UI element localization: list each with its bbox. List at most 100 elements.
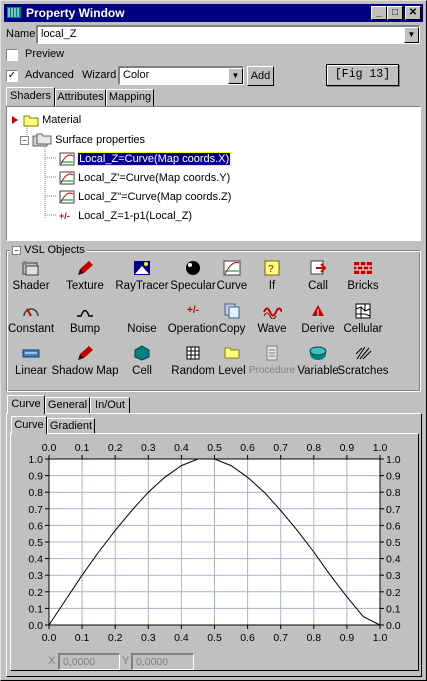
name-combo[interactable]: local_Z ▼ (36, 25, 420, 44)
x-tick-label-top: 0.0 (42, 442, 57, 454)
y-coord-field: 0,0000 (131, 653, 194, 670)
constant-gauge-icon (23, 308, 39, 317)
y-tick-label-right: 0.5 (386, 537, 401, 549)
noise-icon (132, 303, 152, 319)
y-tick-label-right: 0.9 (386, 471, 401, 483)
y-tick-label-left: 0.3 (28, 570, 43, 582)
x-tick-label-top: 1.0 (373, 442, 388, 454)
collapse-toggle-icon[interactable]: − (20, 135, 29, 145)
x-tick-label-top: 0.6 (240, 442, 255, 454)
operation-node-icon: +/- (59, 211, 70, 222)
x-tick-label-top: 0.1 (75, 442, 90, 454)
tab-in-out[interactable]: In/Out (90, 397, 130, 414)
wizard-select[interactable]: Color ▼ (118, 66, 244, 85)
tree-item-surface[interactable]: − Surface properties (20, 132, 145, 148)
tree-label-operation: Local_Z=1-p1(Local_Z) (78, 210, 193, 222)
tab-mapping[interactable]: Mapping (106, 89, 154, 106)
shader-tree[interactable]: Material − Surface properties Local_Z=Cu… (6, 106, 421, 241)
specular-sphere-icon (186, 261, 200, 275)
add-button[interactable]: Add (247, 66, 274, 86)
curve-chart[interactable]: 0.0 0.0 0.1 0.1 0.2 0.2 0.3 0.3 0.4 0.4 0.5 0.5 0.6 0… (13, 435, 417, 655)
close-button[interactable]: ✕ (405, 6, 421, 20)
tree-item-curve-z[interactable]: Local_Z"=Curve(Map coords.Z) (59, 189, 231, 205)
vsl-label-cellular: Cellular (343, 323, 383, 335)
tab-curve[interactable]: Curve (7, 395, 45, 414)
copy-icon (224, 303, 240, 319)
y-tick-label-right: 0.3 (386, 570, 401, 582)
bricks-icon (354, 262, 372, 274)
curve-node-icon (59, 190, 75, 204)
cell-hexagon-icon (134, 345, 150, 361)
folder-icon (23, 115, 39, 127)
shader-icon (22, 261, 39, 276)
curve-plot[interactable]: 0.00.00.10.10.20.20.30.30.40.40.50.50.60… (13, 435, 417, 655)
curve-node-icon (59, 152, 75, 166)
if-icon: ? (264, 260, 280, 276)
tree-item-curve-x[interactable]: Local_Z=Curve(Map coords.X) (59, 151, 232, 167)
variable-icon (309, 346, 327, 360)
y-tick-label-left: 0.1 (28, 603, 43, 615)
x-tick-label-bottom: 0.0 (42, 632, 57, 644)
preview-label: Preview (25, 48, 65, 60)
vsl-bricks[interactable]: Bricks (337, 260, 389, 292)
raytracer-icon (134, 261, 150, 275)
subtab-curve[interactable]: Curve (11, 416, 47, 434)
y-tick-label-right: 0.1 (386, 603, 401, 615)
advanced-label: Advanced (25, 69, 74, 81)
x-tick-label-bottom: 0.6 (240, 632, 255, 644)
x-tick-label-top: 0.4 (174, 442, 189, 454)
x-tick-label-bottom: 0.8 (306, 632, 321, 644)
minimize-button[interactable]: _ (371, 6, 387, 20)
x-tick-label-top: 0.8 (306, 442, 321, 454)
x-tick-label-bottom: 0.3 (141, 632, 156, 644)
y-tick-label-left: 0.7 (28, 504, 43, 516)
tree-item-operation[interactable]: +/- Local_Z=1-p1(Local_Z) (59, 208, 192, 224)
tab-shaders[interactable]: Shaders (6, 87, 55, 106)
x-tick-label-top: 0.9 (340, 442, 355, 454)
tree-label-curve-z: Local_Z"=Curve(Map coords.Z) (78, 191, 232, 203)
subtab-gradient[interactable]: Gradient (47, 418, 95, 434)
y-coord-label: Y (122, 655, 130, 667)
tree-item-curve-y[interactable]: Local_Z'=Curve(Map coords.Y) (59, 170, 230, 186)
x-tick-label-top: 0.5 (207, 442, 222, 454)
x-tick-label-top: 0.7 (273, 442, 288, 454)
vsl-label-scratches: Scratches (337, 365, 389, 377)
tree-item-material[interactable]: Material (10, 112, 81, 128)
maximize-button[interactable]: □ (387, 6, 403, 20)
preview-checkbox[interactable] (6, 49, 18, 61)
svg-text:?: ? (268, 264, 274, 275)
vsl-scratches[interactable]: Scratches (337, 345, 389, 377)
tab-attributes[interactable]: Attributes (55, 89, 106, 106)
derive-icon (312, 305, 324, 316)
advanced-checkbox[interactable]: ✓ (6, 70, 18, 82)
y-tick-label-right: 0.8 (386, 487, 401, 499)
tree-label-surface: Surface properties (55, 134, 146, 146)
curve-node-icon (59, 171, 75, 185)
wizard-label: Wizard (82, 69, 117, 81)
wave-icon (263, 307, 282, 319)
x-tick-label-bottom: 0.5 (207, 632, 222, 644)
name-dropdown-button[interactable]: ▼ (404, 27, 419, 43)
y-tick-label-right: 1.0 (386, 454, 401, 466)
level-folder-icon (224, 347, 240, 359)
linear-icon (22, 349, 40, 358)
bump-icon (77, 309, 93, 317)
figure-label: [Fig 13] (326, 64, 399, 86)
vsl-cellular[interactable]: Cellular (337, 303, 389, 335)
vsl-collapse-icon[interactable]: − (12, 245, 21, 255)
wizard-dropdown-button[interactable]: ▼ (228, 68, 243, 84)
x-tick-label-bottom: 0.2 (108, 632, 123, 644)
title-bar[interactable]: Property Window _ □ ✕ (4, 4, 423, 22)
procedure-icon (266, 345, 278, 361)
y-coord-value: 0,0000 (136, 656, 169, 668)
expand-arrow-icon[interactable] (10, 113, 20, 127)
window-title: Property Window (26, 6, 125, 20)
x-tick-label-bottom: 0.1 (75, 632, 90, 644)
tree-label-curve-y: Local_Z'=Curve(Map coords.Y) (78, 172, 231, 184)
tab-general[interactable]: General (45, 397, 90, 414)
y-tick-label-right: 0.0 (386, 620, 401, 632)
y-tick-label-left: 0.2 (28, 587, 43, 599)
curve-icon (223, 260, 241, 276)
tree-label-curve-x: Local_Z=Curve(Map coords.X) (77, 152, 232, 166)
operation-icon: +/- (187, 305, 199, 316)
